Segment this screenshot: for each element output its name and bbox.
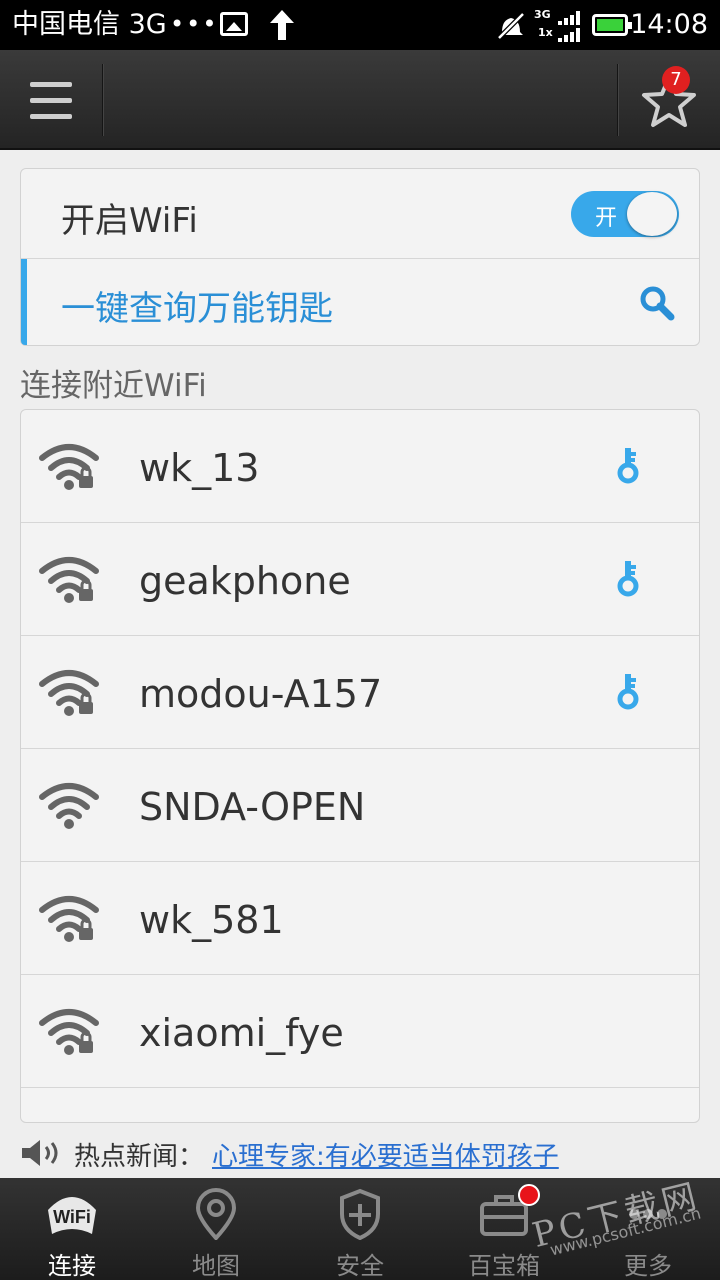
nav-label: 更多 [624,1252,672,1280]
wifi-locked-icon [39,896,99,942]
battery-icon [592,14,632,36]
news-ticker: 热点新闻： 心理专家:有必要适当体罚孩子 [0,1130,720,1176]
network-row[interactable]: modou-A157 [21,636,699,749]
new-content-dot [518,1184,540,1206]
network-row[interactable]: xiaomi_fye [21,975,699,1088]
status-bar: 中国电信 3G ••• 3G 1x 14:08 [0,0,720,50]
notification-badge: 7 [662,66,690,94]
nav-label: 连接 [48,1252,96,1280]
wifi-locked-icon [39,670,99,716]
news-prefix: 热点新闻： [74,1142,205,1172]
wifi-locked-icon [39,444,99,490]
network-list: wk_13 geakphone modou-A157 SNDA-OPEN wk_581x… [20,409,700,1123]
network-row[interactable]: wk_13 [21,410,699,523]
upload-arrow-icon [270,10,294,40]
speaker-icon [22,1140,58,1166]
key-icon[interactable] [617,559,639,597]
clock: 14:08 [630,9,708,40]
nav-tab-connect[interactable]: WiFi 连接 [0,1178,144,1280]
nav-label: 地图 [192,1252,240,1280]
key-icon[interactable] [617,672,639,710]
search-icon [640,286,675,321]
shield-icon [340,1188,380,1240]
wifi-locked-icon [39,557,99,603]
favorites-button[interactable] [619,50,720,150]
network-ssid: modou-A157 [139,672,383,716]
signal-strength-icon: 3G 1x [534,8,590,42]
network-ssid: xiaomi_fye [139,1011,344,1055]
action-bar [0,50,720,150]
wifi-toggle-switch[interactable]: 开 [571,191,679,237]
wifi-logo-icon: WiFi [48,1197,96,1234]
toggle-state-label: 开 [595,206,618,231]
network-ssid: wk_581 [139,898,284,942]
wifi-toggle-label: 开启WiFi [61,201,198,241]
network-ssid: SNDA-OPEN [139,785,366,829]
wifi-toggle-row: 开启WiFi 开 [21,169,699,259]
network-row[interactable]: SNDA-OPEN [21,749,699,862]
svg-text:WiFi: WiFi [53,1207,91,1227]
menu-button[interactable] [0,50,102,150]
nav-tab-security[interactable]: 安全 [288,1178,432,1280]
wifi-settings-card: 开启WiFi 开 一键查询万能钥匙 [20,168,700,346]
image-notification-icon [220,12,248,36]
network-ssid: geakphone [139,559,351,603]
carrier-label: 中国电信 3G [12,9,167,40]
mute-icon [497,12,525,40]
wifi-locked-icon [39,1009,99,1055]
toggle-knob [627,192,677,236]
nav-tab-map[interactable]: 地图 [144,1178,288,1280]
news-headline-link[interactable]: 心理专家:有必要适当体罚孩子 [212,1136,559,1173]
divider [102,64,104,136]
network-ssid: wk_13 [139,446,260,490]
network-row[interactable]: wk_581 [21,862,699,975]
section-title: 连接附近WiFi [20,368,207,404]
nav-label: 安全 [336,1252,384,1280]
more-notifications-indicator: ••• [170,10,219,38]
key-query-button[interactable]: 一键查询万能钥匙 [21,259,699,345]
network-row[interactable]: geakphone [21,523,699,636]
menu-icon [30,82,72,87]
wifi-open-icon [39,783,99,829]
key-query-label: 一键查询万能钥匙 [61,289,333,329]
key-icon[interactable] [617,446,639,484]
map-pin-icon [195,1188,237,1240]
